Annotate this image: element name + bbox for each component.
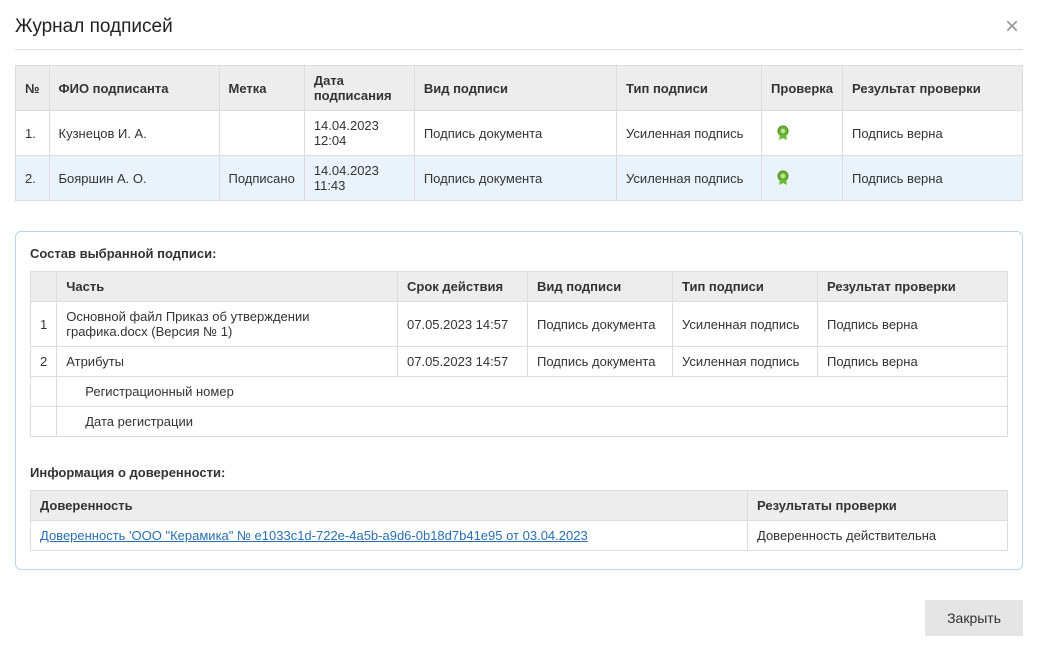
table-row: Доверенность 'ООО "Керамика" № e1033c1d-… <box>31 521 1008 551</box>
cell-part: Основной файл Приказ об утверждении граф… <box>57 302 398 347</box>
col-header-num: № <box>16 66 50 111</box>
col-header-type: Тип подписи <box>673 272 818 302</box>
close-icon[interactable]: × <box>1001 15 1023 39</box>
cell-sub-label: Дата регистрации <box>57 407 1008 437</box>
authority-table: Доверенность Результаты проверки Доверен… <box>30 490 1008 551</box>
col-header-part: Часть <box>57 272 398 302</box>
cell-validity: 07.05.2023 14:57 <box>398 347 528 377</box>
col-header-view: Вид подписи <box>528 272 673 302</box>
cell-idx: 1 <box>31 302 57 347</box>
dialog-header: Журнал подписей × <box>15 15 1023 50</box>
cell-type: Усиленная подпись <box>673 302 818 347</box>
dialog-title: Журнал подписей <box>15 16 173 38</box>
cell-type: Усиленная подпись <box>617 156 762 201</box>
table-row[interactable]: 2. Бояршин А. О. Подписано 14.04.2023 11… <box>16 156 1023 201</box>
cell-view: Подпись документа <box>414 111 616 156</box>
col-header-date: Дата подписания <box>304 66 414 111</box>
composition-table: Часть Срок действия Вид подписи Тип подп… <box>30 271 1008 437</box>
cell-type: Усиленная подпись <box>673 347 818 377</box>
cell-idx: 2 <box>31 347 57 377</box>
cell-label: Подписано <box>219 156 304 201</box>
col-header-view: Вид подписи <box>414 66 616 111</box>
col-header-authority: Доверенность <box>31 491 748 521</box>
cell-idx <box>31 407 57 437</box>
cell-view: Подпись документа <box>414 156 616 201</box>
signatures-table: № ФИО подписанта Метка Дата подписания В… <box>15 65 1023 201</box>
col-header-results: Результаты проверки <box>748 491 1008 521</box>
cell-num: 1. <box>16 111 50 156</box>
cell-idx <box>31 377 57 407</box>
close-button[interactable]: Закрыть <box>925 600 1023 636</box>
col-header-result: Результат проверки <box>818 272 1008 302</box>
cell-signer: Кузнецов И. А. <box>49 111 219 156</box>
cell-num: 2. <box>16 156 50 201</box>
cell-result: Подпись верна <box>818 302 1008 347</box>
cell-result: Доверенность действительна <box>748 521 1008 551</box>
col-header-signer: ФИО подписанта <box>49 66 219 111</box>
cell-validity: 07.05.2023 14:57 <box>398 302 528 347</box>
cell-date: 14.04.2023 11:43 <box>304 156 414 201</box>
cell-signer: Бояршин А. О. <box>49 156 219 201</box>
col-header-check: Проверка <box>762 66 843 111</box>
table-row: Регистрационный номер <box>31 377 1008 407</box>
cell-authority: Доверенность 'ООО "Керамика" № e1033c1d-… <box>31 521 748 551</box>
cell-sub-label: Регистрационный номер <box>57 377 1008 407</box>
authority-title: Информация о доверенности: <box>30 465 1008 480</box>
cell-type: Усиленная подпись <box>617 111 762 156</box>
cell-date: 14.04.2023 12:04 <box>304 111 414 156</box>
col-header-type: Тип подписи <box>617 66 762 111</box>
col-header-idx <box>31 272 57 302</box>
table-row[interactable]: 1. Кузнецов И. А. 14.04.2023 12:04 Подпи… <box>16 111 1023 156</box>
cell-result: Подпись верна <box>843 111 1023 156</box>
details-panel: Состав выбранной подписи: Часть Срок дей… <box>15 231 1023 570</box>
dialog-footer: Закрыть <box>15 600 1023 636</box>
cell-result: Подпись верна <box>818 347 1008 377</box>
cell-check <box>762 156 843 201</box>
table-row[interactable]: 2 Атрибуты 07.05.2023 14:57 Подпись доку… <box>31 347 1008 377</box>
ribbon-icon <box>776 125 790 139</box>
cell-view: Подпись документа <box>528 302 673 347</box>
cell-view: Подпись документа <box>528 347 673 377</box>
ribbon-icon <box>776 170 790 184</box>
cell-result: Подпись верна <box>843 156 1023 201</box>
cell-label <box>219 111 304 156</box>
authority-link[interactable]: Доверенность 'ООО "Керамика" № e1033c1d-… <box>40 528 588 543</box>
col-header-validity: Срок действия <box>398 272 528 302</box>
col-header-result: Результат проверки <box>843 66 1023 111</box>
composition-title: Состав выбранной подписи: <box>30 246 1008 261</box>
table-row[interactable]: 1 Основной файл Приказ об утверждении гр… <box>31 302 1008 347</box>
table-row: Дата регистрации <box>31 407 1008 437</box>
col-header-label: Метка <box>219 66 304 111</box>
cell-part: Атрибуты <box>57 347 398 377</box>
cell-check <box>762 111 843 156</box>
